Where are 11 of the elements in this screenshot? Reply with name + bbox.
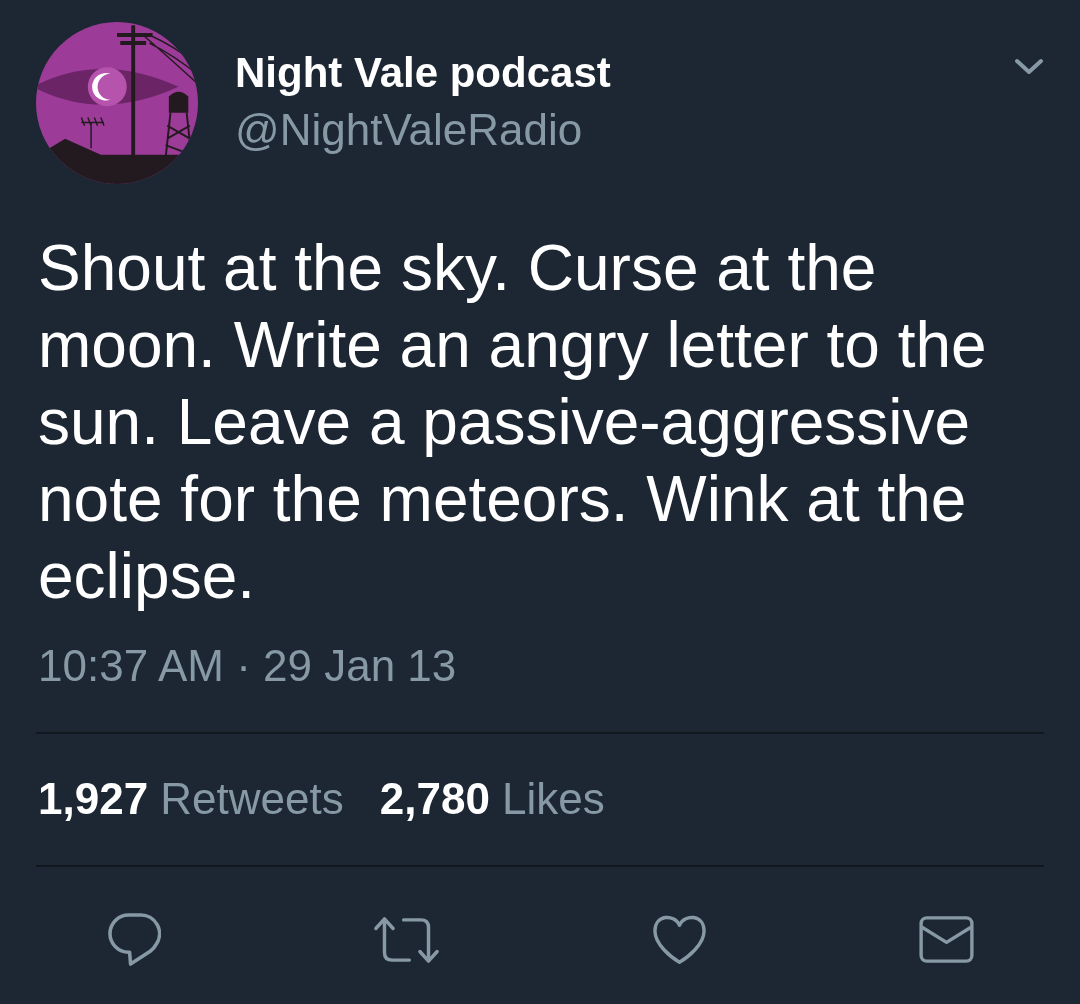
envelope-icon[interactable] [919, 916, 974, 963]
timestamp: 10:37 AM · 29 Jan 13 [38, 640, 458, 692]
heart-icon[interactable] [652, 914, 707, 965]
tweet-text: Shout at the sky. Curse at the moon. Write an angry letter to the sun. Leave a passive-aggressive note for the meteors. Wink at the eclipse. [38, 231, 988, 614]
display-name[interactable]: Night Vale podcast [235, 48, 1014, 98]
retweet-count[interactable]: 1,927 Retweets [38, 773, 344, 825]
retweet-icon[interactable] [373, 915, 440, 964]
like-count[interactable]: 2,780 Likes [379, 773, 605, 825]
user-handle[interactable]: @NightValeRadio [235, 104, 1014, 156]
speech-bubble-icon[interactable] [108, 912, 161, 967]
chevron-down-icon[interactable] [1014, 58, 1044, 76]
